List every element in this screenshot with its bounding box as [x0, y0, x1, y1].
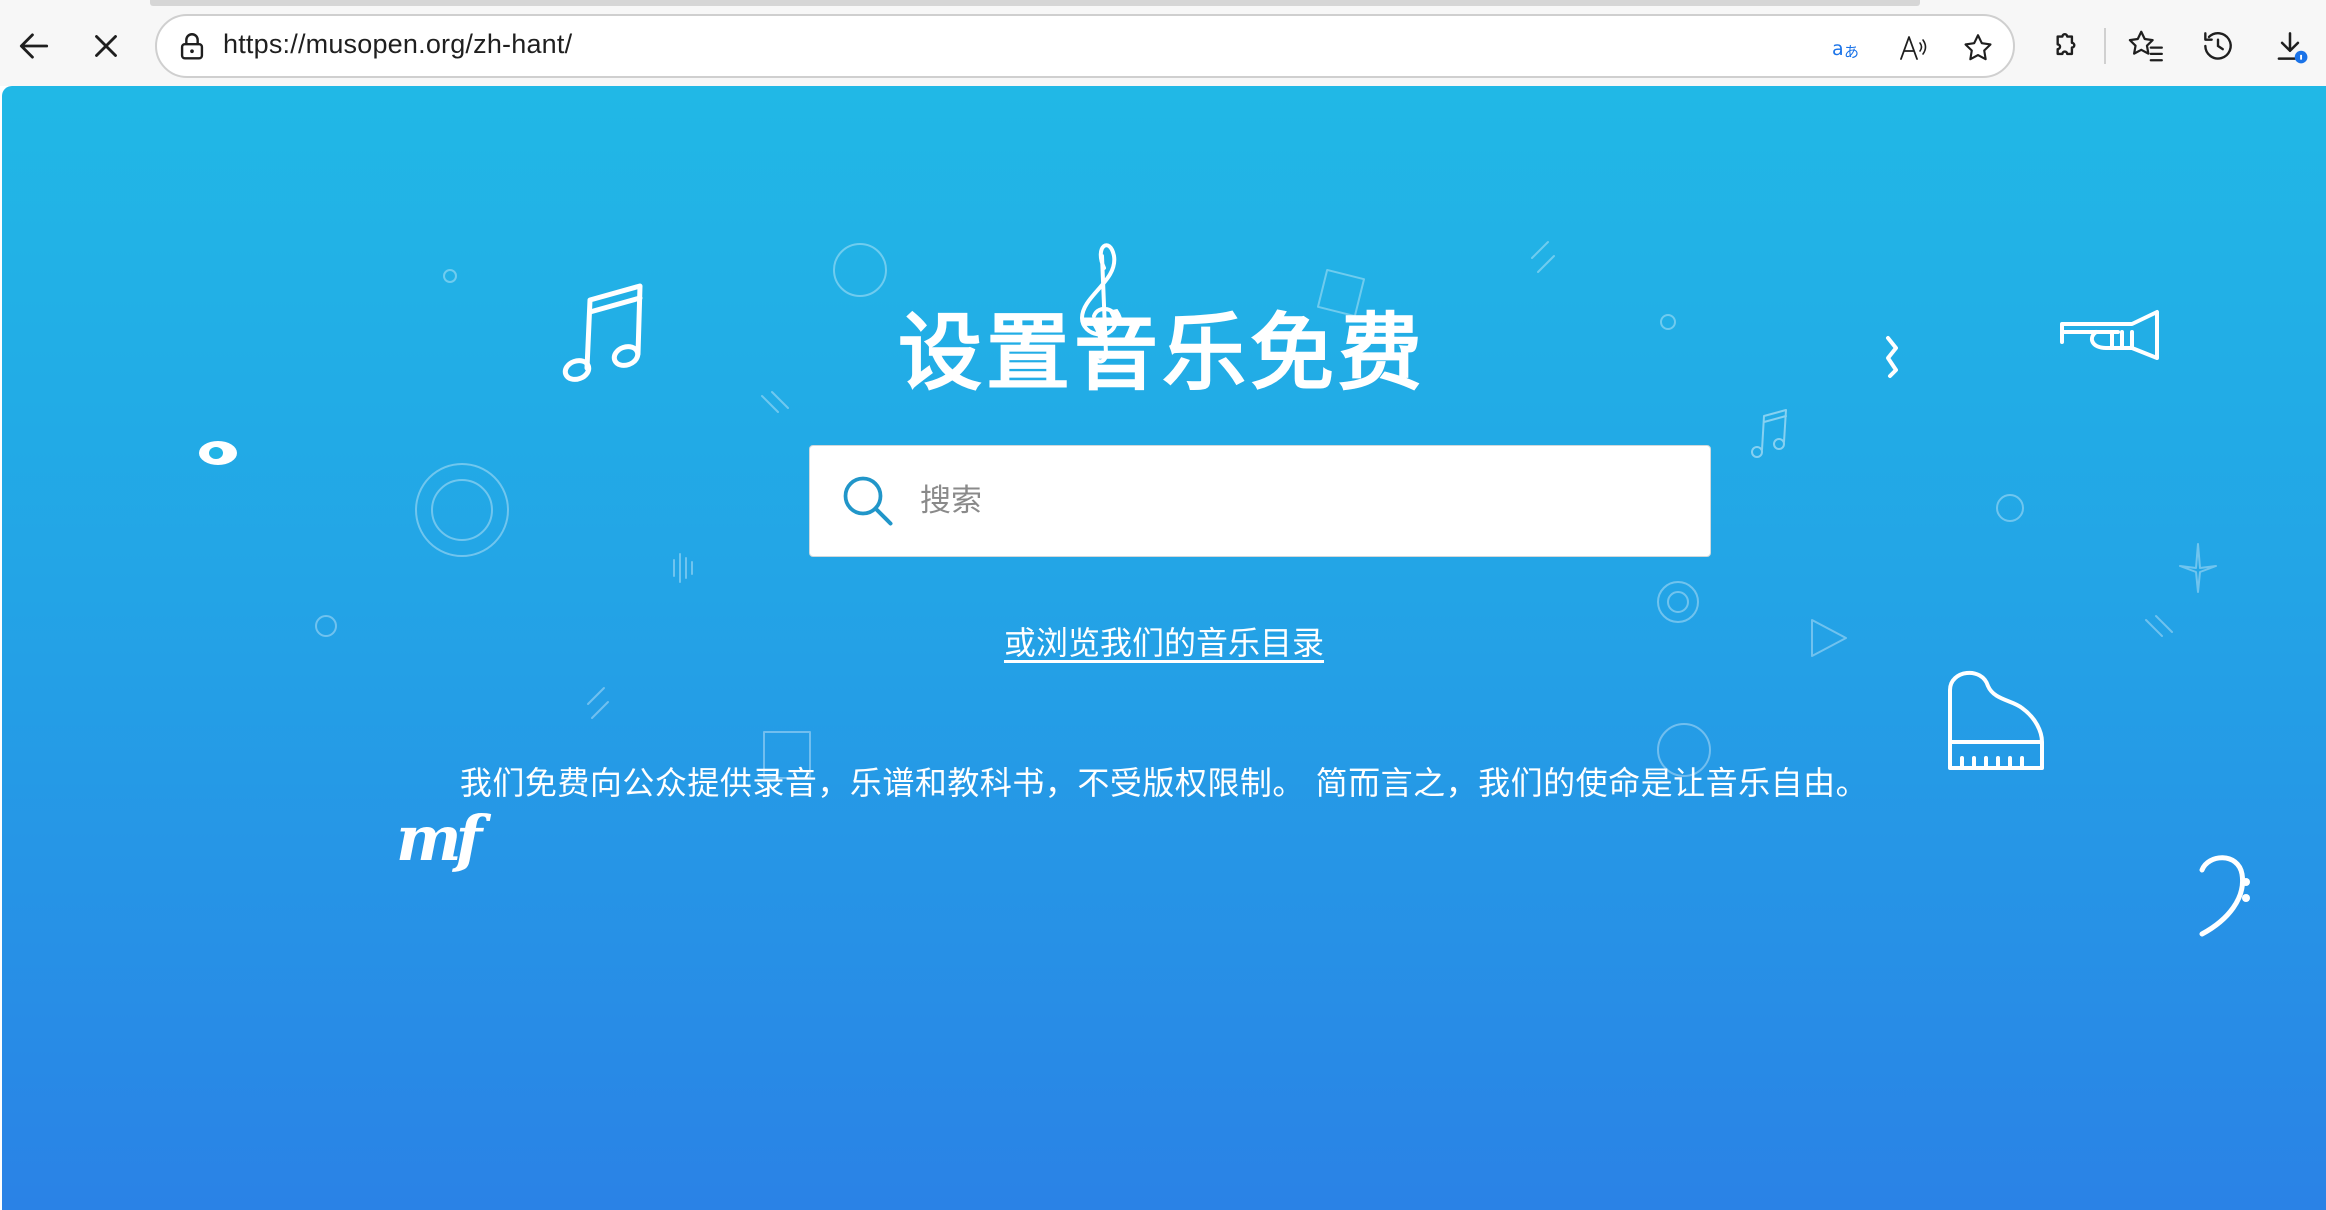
toolbar-separator	[2104, 28, 2106, 64]
browse-catalog-link[interactable]: 或浏览我们的音乐目录	[2, 618, 2326, 664]
favorite-star-icon	[1964, 34, 1992, 61]
bass-clef-dot-upper	[2242, 878, 2250, 886]
url-text[interactable]: https://musopen.org/zh-hant/	[223, 29, 572, 60]
translate-icon: a あ	[1832, 38, 1859, 61]
page-title: 设置音乐免费	[897, 304, 1426, 402]
svg-text:あ: あ	[1844, 43, 1859, 61]
search-icon[interactable]	[838, 471, 898, 531]
read-aloud-button[interactable]	[1895, 29, 1933, 67]
downloads-icon	[2277, 32, 2308, 64]
extensions-icon	[2056, 32, 2076, 56]
back-button[interactable]	[6, 18, 62, 74]
history-button[interactable]	[2194, 22, 2242, 70]
mission-tagline: 我们免费向公众提供录音，乐谱和教科书，不受版权限制。 简而言之，我们的使命是让音…	[459, 764, 1869, 802]
address-bar[interactable]: https://musopen.org/zh-hant/ a あ	[155, 14, 2015, 78]
whole-note-icon	[199, 441, 237, 465]
small-notes-icon	[1751, 409, 1787, 458]
search-input[interactable]	[920, 483, 1680, 519]
translate-button[interactable]: a あ	[1829, 29, 1867, 67]
downloads-button[interactable]	[2266, 22, 2314, 70]
stop-icon	[95, 35, 117, 57]
favorites-icon	[2128, 30, 2163, 62]
tab-strip	[150, 0, 1920, 6]
search-box[interactable]	[809, 445, 1711, 557]
read-aloud-icon	[1900, 36, 1927, 60]
extensions-button[interactable]	[2040, 22, 2088, 70]
mezzo-forte-mark: mf	[396, 802, 482, 875]
svg-text:a: a	[1832, 38, 1844, 60]
history-icon	[2204, 32, 2232, 60]
favorite-button[interactable]	[1959, 29, 1997, 67]
bass-clef-dot-lower	[2242, 894, 2250, 902]
bass-clef-icon	[2199, 855, 2246, 937]
favorites-button[interactable]	[2122, 22, 2170, 70]
browser-toolbar: https://musopen.org/zh-hant/ a あ	[0, 0, 2326, 86]
lock-icon[interactable]	[175, 30, 209, 64]
stop-button[interactable]	[78, 18, 134, 74]
back-icon	[19, 33, 49, 59]
piano-icon	[1948, 670, 2044, 770]
hero-section: mf 设置音乐免费 或浏览我们的音乐目录 我们免费向公众提供录音，乐谱和教科书，…	[2, 86, 2326, 1210]
